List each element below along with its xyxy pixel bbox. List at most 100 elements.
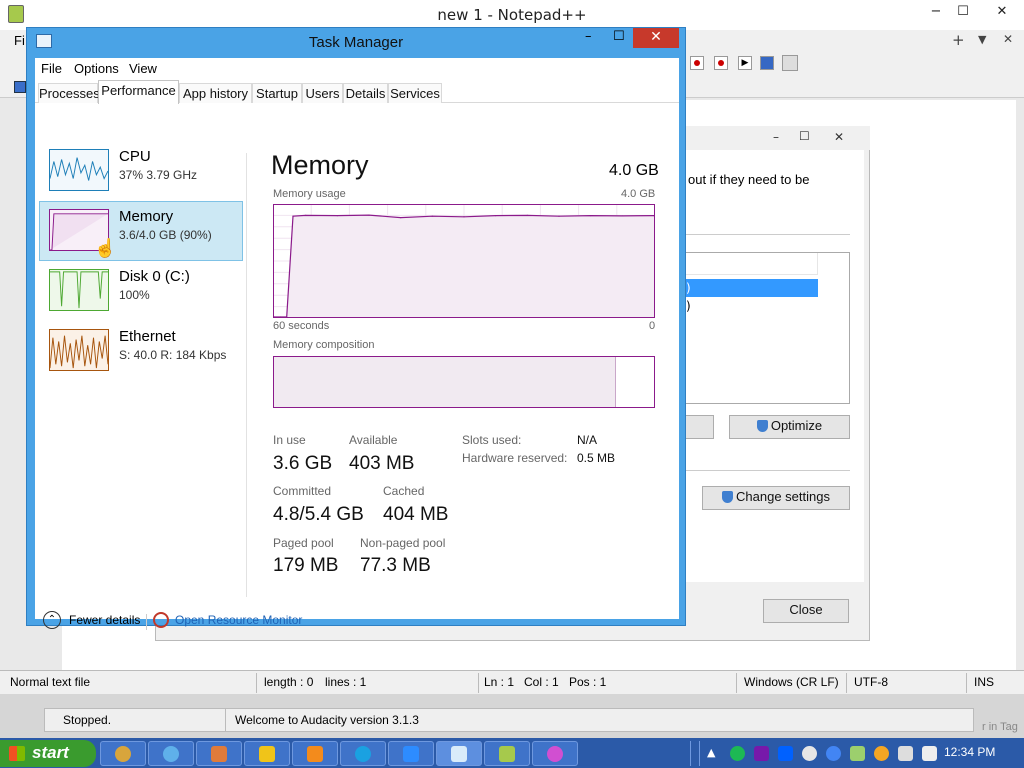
dialog-maximize-button[interactable]: ☐ (799, 129, 810, 143)
menu-view[interactable]: View (129, 61, 157, 76)
dropbox-icon[interactable] (778, 746, 793, 761)
task-manager-maximize-button[interactable]: ☐ (613, 29, 625, 44)
memory-usage-point (305, 214, 307, 216)
resource-item-cpu[interactable]: CPU 37% 3.79 GHz (39, 141, 243, 201)
tab-add-button[interactable]: + (952, 31, 965, 49)
start-button[interactable]: start (0, 740, 96, 767)
image-icon[interactable] (850, 746, 865, 761)
tab-dropdown-button[interactable]: ▼ (978, 33, 986, 46)
chrome-icon[interactable] (826, 746, 841, 761)
optimize-button[interactable]: Optimize (729, 415, 850, 439)
tab-processes[interactable]: Processes (38, 83, 100, 103)
drive-list-item[interactable]: ) (686, 299, 691, 313)
network-icon[interactable] (898, 746, 913, 761)
taskbar-app-explorer[interactable] (148, 741, 194, 766)
drive-list[interactable]: ) ) (684, 252, 850, 404)
close-button[interactable]: Close (763, 599, 849, 623)
tab-users[interactable]: Users (302, 83, 343, 103)
camera-icon (403, 746, 419, 762)
menu-file[interactable]: File (41, 61, 62, 76)
resource-item-disk[interactable]: Disk 0 (C:) 100% (39, 261, 243, 321)
memory-composition-label: Memory composition (273, 339, 375, 351)
resource-item-memory[interactable]: Memory 3.6/4.0 GB (90%) ☝ (39, 201, 243, 261)
resource-name: Disk 0 (C:) (119, 268, 190, 285)
notepad-menu-file[interactable]: Fi (14, 33, 25, 48)
footer-divider (146, 614, 147, 630)
sync-icon[interactable] (802, 746, 817, 761)
cpu-thumbnail-graph (49, 149, 109, 191)
hardware-reserved-value: 0.5 MB (577, 451, 616, 465)
resource-name: CPU (119, 148, 151, 165)
tab-close-button[interactable]: ✕ (1003, 32, 1013, 46)
tab-startup[interactable]: Startup (252, 83, 302, 103)
taskbar-app-shield[interactable] (244, 741, 290, 766)
chevron-up-icon: ⌃ (43, 611, 61, 629)
graph-time-right: 0 (649, 320, 656, 332)
skype-icon (355, 746, 371, 762)
tab-services[interactable]: Services (388, 83, 442, 103)
notepad-minimize-button[interactable]: − (922, 2, 950, 24)
onenote-icon[interactable] (754, 746, 769, 761)
task-manager-menubar: File Options View (35, 58, 679, 80)
shield-icon (756, 420, 768, 432)
dialog-divider (684, 470, 850, 471)
record-icon[interactable] (690, 56, 704, 70)
memory-usage-point (279, 316, 281, 318)
show-hidden-icons[interactable]: ▲ (707, 746, 715, 759)
task-manager-close-button[interactable]: ✕ (633, 28, 679, 48)
taskbar-app-task-manager[interactable] (436, 741, 482, 766)
drive-list-header (684, 253, 818, 275)
analyze-button[interactable] (684, 415, 714, 439)
memory-usage-point (431, 215, 433, 217)
tab-performance[interactable]: Performance (98, 80, 179, 104)
notepad-close-button[interactable]: ✕ (988, 2, 1016, 24)
notepad-maximize-button[interactable]: ☐ (949, 2, 977, 24)
volume-muted-icon[interactable] (922, 746, 937, 761)
taskbar-clock[interactable]: 12:34 PM (944, 745, 995, 759)
taskbar-app-skype[interactable] (340, 741, 386, 766)
ethernet-thumbnail-graph (49, 329, 109, 371)
cached-value: 404 MB (383, 504, 449, 525)
change-settings-button[interactable]: Change settings (702, 486, 850, 510)
dialog-minimize-button[interactable]: – (773, 130, 779, 144)
memory-usage-point (495, 215, 497, 217)
paged-pool-value: 179 MB (273, 555, 339, 576)
task-manager-titlebar[interactable]: Task Manager – ☐ ✕ (27, 28, 685, 56)
play-multiple-icon[interactable] (760, 56, 774, 70)
menu-options[interactable]: Options (74, 61, 119, 76)
memory-total: 4.0 GB (609, 162, 659, 179)
search-icon[interactable] (874, 746, 889, 761)
resource-detail: 3.6/4.0 GB (90%) (119, 228, 212, 242)
save-macro-icon[interactable] (782, 55, 798, 71)
tab-app-history[interactable]: App history (179, 83, 252, 103)
taskbar-app-vlc[interactable] (292, 741, 338, 766)
memory-usage-point (336, 215, 338, 217)
resource-name: Ethernet (119, 328, 176, 345)
taskbar-app-disk-optimizer[interactable] (100, 741, 146, 766)
taskbar-scroll[interactable] (690, 741, 700, 766)
memory-composition-in-use (274, 357, 616, 407)
record-icon[interactable] (714, 56, 728, 70)
memory-usage-point (463, 216, 465, 218)
play-icon[interactable]: ▶ (738, 56, 752, 70)
tab-details[interactable]: Details (343, 83, 388, 103)
slots-label: Slots used: (462, 433, 522, 447)
taskbar-app-audacity[interactable] (532, 741, 578, 766)
fewer-details-label: Fewer details (69, 613, 141, 627)
document-tab-icon[interactable] (14, 81, 26, 93)
background-dialog-body: out if they need to be ) ) Optimize Chan… (684, 150, 864, 636)
task-manager-window: Task Manager – ☐ ✕ File Options View Pro… (26, 27, 686, 630)
resource-item-ethernet[interactable]: Ethernet S: 40.0 R: 184 Kbps (39, 321, 243, 381)
drive-list-item-selected[interactable]: ) (684, 279, 818, 297)
open-resource-monitor-label: Open Resource Monitor (175, 613, 303, 627)
memory-usage-point (368, 214, 370, 216)
committed-label: Committed (273, 484, 332, 498)
taskbar-app-notepad[interactable] (484, 741, 530, 766)
dialog-close-button[interactable]: ✕ (834, 130, 844, 144)
change-settings-label: Change settings (736, 489, 830, 504)
task-manager-minimize-button[interactable]: – (585, 29, 592, 44)
taskbar-app-zoom[interactable] (388, 741, 434, 766)
spotify-icon[interactable] (730, 746, 745, 761)
status-length: length : 0 (264, 675, 314, 689)
taskbar-app-paint[interactable] (196, 741, 242, 766)
